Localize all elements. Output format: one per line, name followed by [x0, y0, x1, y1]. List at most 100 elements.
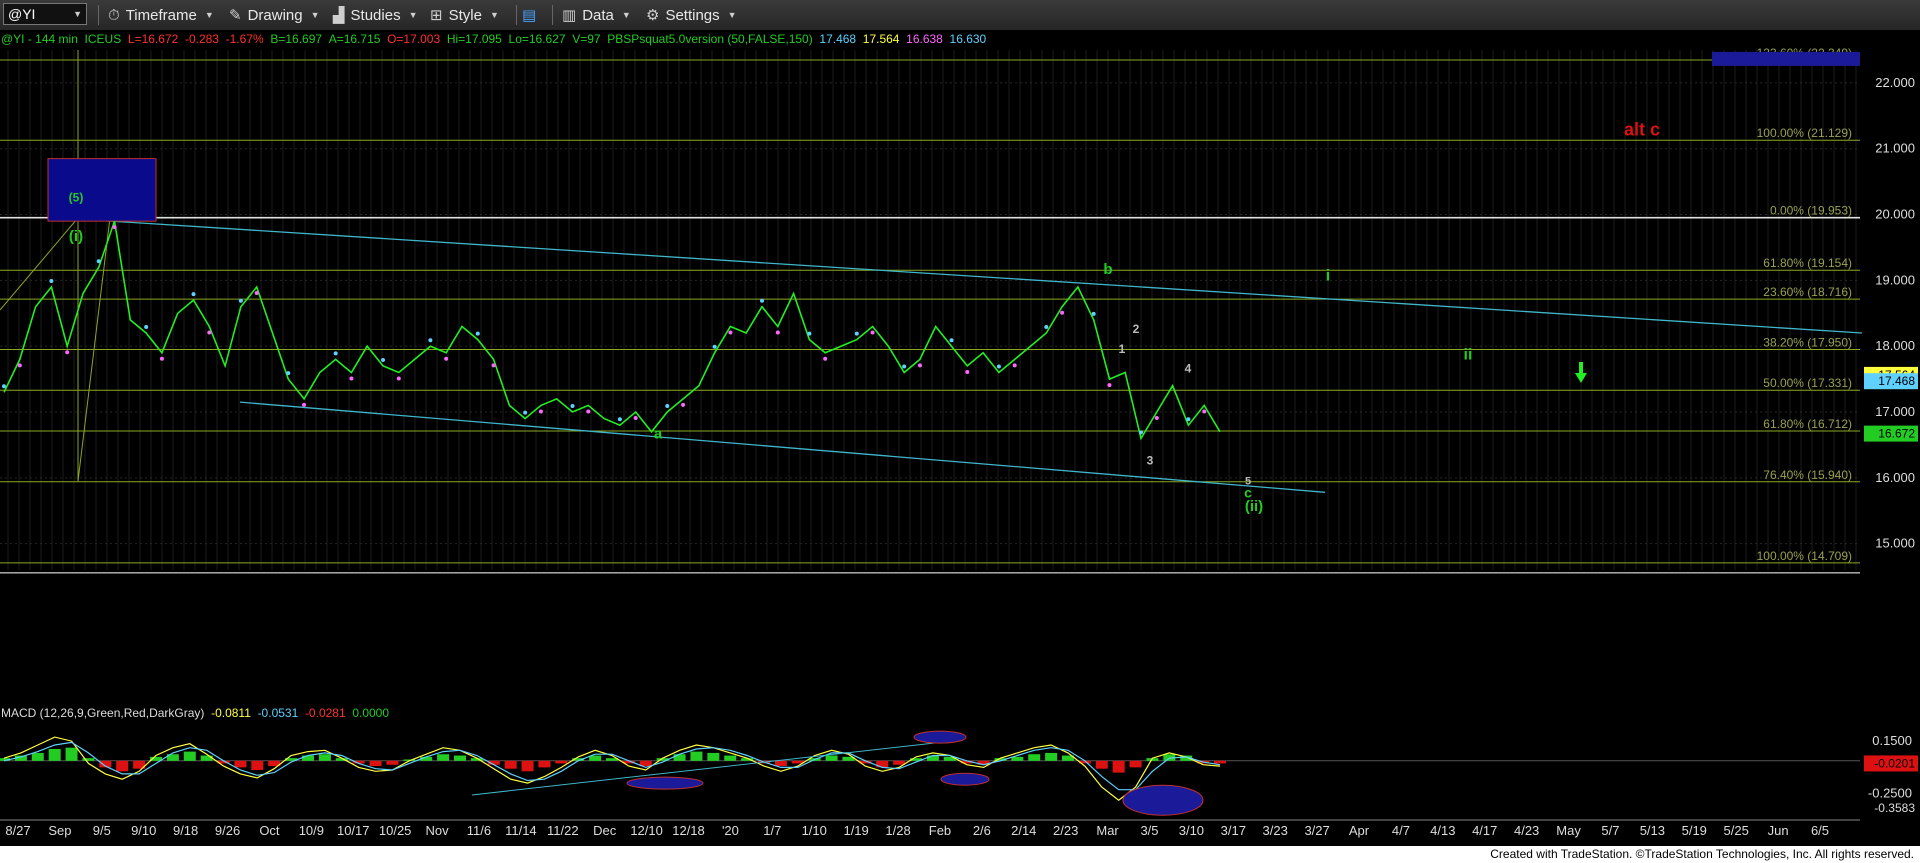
macd-tick-label: 0.1500 — [1872, 733, 1912, 748]
macd-tick-label: -0.2500 — [1868, 786, 1912, 801]
pivot-dot — [1044, 325, 1049, 330]
header-part: 0.0000 — [352, 706, 389, 720]
fib-highlight — [1712, 51, 1860, 66]
pivot-dot — [1012, 363, 1017, 368]
fib-label: 76.40% (15.940) — [1763, 468, 1852, 482]
pivot-dot — [523, 410, 528, 415]
drawing-menu[interactable]: ✎ Drawing ▼ — [229, 3, 320, 27]
pivot-dot — [491, 363, 496, 368]
fib-label: 0.00% (19.953) — [1770, 204, 1852, 218]
macd-bar — [234, 760, 247, 768]
date-tick-label: Oct — [259, 823, 280, 838]
macd-bar — [521, 760, 534, 772]
pivot-dot — [286, 371, 291, 376]
price-tick-label: 18.000 — [1875, 338, 1915, 353]
price-tick-label: 17.000 — [1875, 404, 1915, 419]
chevron-down-icon: ▼ — [727, 10, 737, 20]
price-badge-label: 17.468 — [1878, 374, 1915, 388]
date-tick-label: Mar — [1096, 823, 1119, 838]
pivot-dot — [633, 416, 638, 421]
data-icon: ▥ — [562, 7, 577, 24]
copyright-text: Created with TradeStation. ©TradeStation… — [1490, 847, 1914, 861]
date-tick-label: 1/28 — [885, 823, 910, 838]
fib-label: 23.60% (18.716) — [1763, 285, 1852, 299]
wave-label: (5) — [69, 190, 84, 204]
pivot-dot — [49, 278, 54, 283]
studies-menu[interactable]: ▟ Studies ▼ — [333, 3, 418, 27]
date-tick-label: 3/27 — [1304, 823, 1329, 838]
macd-bar — [31, 752, 44, 761]
header-part: O=17.003 — [387, 32, 447, 46]
pivot-dot — [1107, 383, 1112, 388]
pivot-dot — [381, 357, 386, 362]
pivot-dot — [65, 350, 70, 355]
pivot-dot — [1139, 430, 1144, 435]
header-part: Hi=17.095 Lo=16.627 V=97 PBSPsquat5.0ver… — [447, 32, 820, 46]
date-tick-label: 3/17 — [1221, 823, 1246, 838]
pivot-dot — [238, 298, 243, 303]
date-tick-label: Feb — [929, 823, 951, 838]
wave-label: 1 — [1119, 342, 1126, 356]
macd-bar — [454, 755, 466, 761]
price-tick-label: 15.000 — [1875, 536, 1915, 551]
date-tick-label: 3/23 — [1263, 823, 1288, 838]
pivot-dot — [538, 409, 543, 414]
settings-label: Settings — [665, 6, 720, 24]
chevron-down-icon[interactable]: ▼ — [73, 9, 82, 19]
wave-label: 4 — [1185, 362, 1192, 376]
macd-bar — [707, 752, 720, 761]
fib-label: 100.00% (14.709) — [1757, 549, 1852, 563]
pivot-dot — [112, 225, 117, 230]
date-tick-label: 4/23 — [1514, 823, 1539, 838]
date-tick-label: 11/6 — [467, 823, 491, 838]
macd-bar — [437, 754, 450, 761]
fib-label: 61.80% (16.712) — [1763, 417, 1852, 431]
macd-bar — [724, 755, 737, 761]
price-tick-label: 16.000 — [1875, 470, 1915, 485]
fib-label: 50.00% (17.331) — [1763, 376, 1852, 390]
pivot-dot — [159, 356, 164, 361]
symbol-input[interactable]: @YI ▼ — [3, 3, 87, 25]
gear-icon: ⚙ — [646, 7, 660, 24]
pivot-dot — [254, 290, 259, 295]
macd-bar — [673, 754, 686, 761]
macd-bar — [1095, 760, 1108, 769]
wave-label: 3 — [1147, 454, 1154, 468]
target-box — [47, 158, 157, 222]
date-tick-label: 8/27 — [5, 823, 30, 838]
date-tick-label: 11/22 — [547, 823, 579, 838]
wave-label: i — [1326, 267, 1330, 284]
date-tick-label: Dec — [593, 823, 617, 838]
pivot-dot — [586, 409, 591, 414]
layout-button[interactable]: ▤ — [522, 3, 542, 27]
macd-highlight — [913, 730, 967, 744]
settings-menu[interactable]: ⚙ Settings ▼ — [646, 3, 737, 27]
macd-highlight — [626, 776, 704, 790]
pivot-dot — [349, 376, 354, 381]
wave-label: b — [1103, 261, 1112, 278]
data-menu[interactable]: ▥ Data ▼ — [562, 3, 631, 27]
macd-bar — [116, 760, 129, 772]
header-part: 16.638 — [906, 32, 949, 46]
price-chart[interactable]: 123.60% (22.349)100.00% (21.129)0.00% (1… — [0, 30, 1920, 846]
pivot-dot — [617, 417, 622, 422]
date-tick-label: 12/18 — [672, 823, 705, 838]
style-menu[interactable]: ⊞ Style ▼ — [430, 3, 499, 27]
macd-bar — [1129, 760, 1142, 768]
date-tick-label: May — [1556, 823, 1581, 838]
macd-bar — [251, 760, 264, 770]
footer: Created with TradeStation. ©TradeStation… — [0, 846, 1920, 863]
header-part: -0.0811 — [211, 706, 257, 720]
pivot-dot — [396, 376, 401, 381]
pivot-dot — [1202, 409, 1207, 414]
timeframe-menu[interactable]: ⏱ Timeframe ▼ — [108, 3, 214, 27]
date-tick-label: 9/10 — [131, 823, 156, 838]
macd-bar — [926, 755, 939, 761]
header-part: L=16.672 -0.283 -1.67% — [128, 32, 270, 46]
pivot-dot — [1091, 311, 1096, 316]
pivot-dot — [949, 338, 954, 343]
toolbar-separator — [98, 5, 99, 25]
header-part: 16.630 — [950, 32, 987, 46]
price-tick-label: 19.000 — [1875, 272, 1915, 287]
date-tick-label: 2/14 — [1011, 823, 1036, 838]
